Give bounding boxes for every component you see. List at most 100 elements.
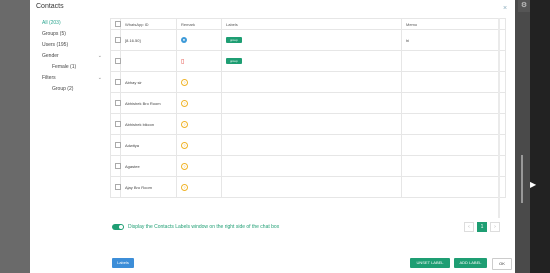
question-icon[interactable]: ? bbox=[181, 99, 188, 107]
header-labels: Labels bbox=[221, 18, 402, 30]
question-icon[interactable]: ? bbox=[181, 141, 188, 149]
table-row[interactable]: Abhishek bikcon ? bbox=[110, 113, 506, 135]
table-row[interactable]: Adwitya ? bbox=[110, 134, 506, 156]
table-row[interactable]: [8.16.50] ● group hi bbox=[110, 29, 506, 51]
row-checkbox[interactable] bbox=[115, 163, 121, 169]
chevron-down-icon: ⌄ bbox=[97, 75, 102, 81]
table-row[interactable]: Ajay Bro Room ? bbox=[110, 176, 506, 198]
add-label-button[interactable]: ADD LABEL bbox=[454, 258, 487, 268]
trash-icon[interactable]: ▯ bbox=[181, 59, 184, 65]
mouse-cursor-icon: ▶ bbox=[530, 180, 537, 189]
cell-remark: ? bbox=[176, 92, 222, 114]
labels-button[interactable]: Labels bbox=[112, 258, 134, 268]
header-select-all[interactable] bbox=[110, 18, 121, 30]
row-checkbox-cell[interactable] bbox=[110, 155, 121, 177]
header-remark: Remark bbox=[176, 18, 222, 30]
question-icon[interactable]: ? bbox=[181, 162, 188, 170]
row-checkbox[interactable] bbox=[115, 100, 121, 106]
cell-memo bbox=[401, 155, 506, 177]
header-memo: Memo bbox=[401, 18, 506, 30]
labels-window-toggle[interactable] bbox=[112, 224, 124, 230]
cell-memo bbox=[401, 134, 506, 156]
background-left bbox=[0, 0, 30, 273]
cell-whatsapp-id: Ajay Bro Room bbox=[120, 176, 177, 198]
cell-memo bbox=[401, 176, 506, 198]
nav-item-all[interactable]: All (203) bbox=[42, 18, 102, 29]
row-checkbox-cell[interactable] bbox=[110, 29, 121, 51]
cell-whatsapp-id: [8.16.50] bbox=[120, 29, 177, 51]
row-checkbox[interactable] bbox=[115, 37, 121, 43]
nav-item-filters[interactable]: Filters ⌄ bbox=[42, 73, 102, 84]
label-tag[interactable]: group bbox=[226, 37, 242, 43]
gear-icon[interactable]: ⚙ bbox=[518, 0, 530, 12]
label-tag[interactable]: group bbox=[226, 58, 242, 64]
cell-whatsapp-id: Abhay sir bbox=[120, 71, 177, 93]
row-checkbox-cell[interactable] bbox=[110, 71, 121, 93]
question-icon[interactable]: ? bbox=[181, 78, 188, 86]
cell-labels bbox=[221, 155, 402, 177]
row-checkbox[interactable] bbox=[115, 121, 121, 127]
nav-item-users-label: Users (195) bbox=[42, 42, 69, 48]
header-whatsapp-id: WhatsApp ID bbox=[120, 18, 177, 30]
cell-whatsapp-id: Adwitya bbox=[120, 134, 177, 156]
cell-memo bbox=[401, 92, 506, 114]
cell-labels: group bbox=[221, 29, 402, 51]
row-checkbox[interactable] bbox=[115, 79, 121, 85]
cell-remark: ? bbox=[176, 113, 222, 135]
row-checkbox[interactable] bbox=[115, 184, 121, 190]
question-icon[interactable]: ? bbox=[181, 183, 188, 191]
table-row[interactable]: Abhishek Bro Room ? bbox=[110, 92, 506, 114]
background-scrollbar[interactable] bbox=[521, 155, 523, 203]
cell-whatsapp-id bbox=[120, 50, 177, 72]
table-row[interactable]: Abhay sir ? bbox=[110, 71, 506, 93]
nav-item-users[interactable]: Users (195) bbox=[42, 40, 102, 51]
prev-page-button[interactable]: ‹ bbox=[464, 222, 474, 232]
chevron-down-icon: ⌄ bbox=[97, 53, 102, 59]
contacts-table-wrap: WhatsApp ID Remark Labels Memo [8.16.50]… bbox=[110, 18, 506, 218]
cell-remark: ? bbox=[176, 134, 222, 156]
cell-whatsapp-id: Abhishek Bro Room bbox=[120, 92, 177, 114]
nav-item-groups-label: Groups (5) bbox=[42, 31, 66, 37]
labels-window-toggle-label: Display the Contacts Labels window on th… bbox=[128, 224, 280, 230]
nav-item-female-label: Female (1) bbox=[52, 64, 77, 70]
row-checkbox-cell[interactable] bbox=[110, 176, 121, 198]
table-header-row: WhatsApp ID Remark Labels Memo bbox=[110, 18, 506, 30]
select-all-checkbox[interactable] bbox=[115, 21, 121, 27]
nav-item-female[interactable]: Female (1) bbox=[42, 62, 102, 73]
cell-memo: hi bbox=[401, 29, 506, 51]
unset-label-button[interactable]: UNSET LABEL bbox=[410, 258, 450, 268]
close-icon[interactable]: × bbox=[503, 5, 507, 12]
cell-memo bbox=[401, 71, 506, 93]
table-row[interactable]: Agastee ? bbox=[110, 155, 506, 177]
question-icon[interactable]: ? bbox=[181, 120, 188, 128]
cell-remark: ? bbox=[176, 155, 222, 177]
cell-labels bbox=[221, 71, 402, 93]
row-checkbox-cell[interactable] bbox=[110, 50, 121, 72]
row-checkbox-cell[interactable] bbox=[110, 134, 121, 156]
info-icon[interactable]: ● bbox=[181, 37, 187, 43]
nav-item-group[interactable]: Group (2) bbox=[42, 84, 102, 95]
row-checkbox[interactable] bbox=[115, 142, 121, 148]
nav-item-gender[interactable]: Gender ⌄ bbox=[42, 51, 102, 62]
cell-memo bbox=[401, 50, 506, 72]
cell-whatsapp-id: Agastee bbox=[120, 155, 177, 177]
nav-item-filters-label: Filters bbox=[42, 75, 56, 81]
cell-labels: group bbox=[221, 50, 402, 72]
row-checkbox-cell[interactable] bbox=[110, 92, 121, 114]
cell-remark: ● bbox=[176, 29, 222, 51]
nav-item-groups[interactable]: Groups (5) bbox=[42, 29, 102, 40]
cell-labels bbox=[221, 176, 402, 198]
table-scrollbar[interactable] bbox=[498, 18, 500, 218]
page-button-current[interactable]: 1 bbox=[477, 222, 487, 232]
ok-button[interactable]: OK bbox=[492, 258, 512, 270]
nav-item-all-label: All (203) bbox=[42, 20, 61, 26]
modal-title: Contacts bbox=[36, 3, 64, 10]
row-checkbox[interactable] bbox=[115, 58, 121, 64]
next-page-button[interactable]: › bbox=[490, 222, 500, 232]
row-checkbox-cell[interactable] bbox=[110, 113, 121, 135]
cell-whatsapp-id: Abhishek bikcon bbox=[120, 113, 177, 135]
cell-labels bbox=[221, 134, 402, 156]
contacts-filter-nav: All (203) Groups (5) Users (195) Gender ⌄… bbox=[42, 18, 102, 95]
table-row[interactable]: ▯ group bbox=[110, 50, 506, 72]
contacts-table: WhatsApp ID Remark Labels Memo [8.16.50]… bbox=[110, 18, 506, 198]
